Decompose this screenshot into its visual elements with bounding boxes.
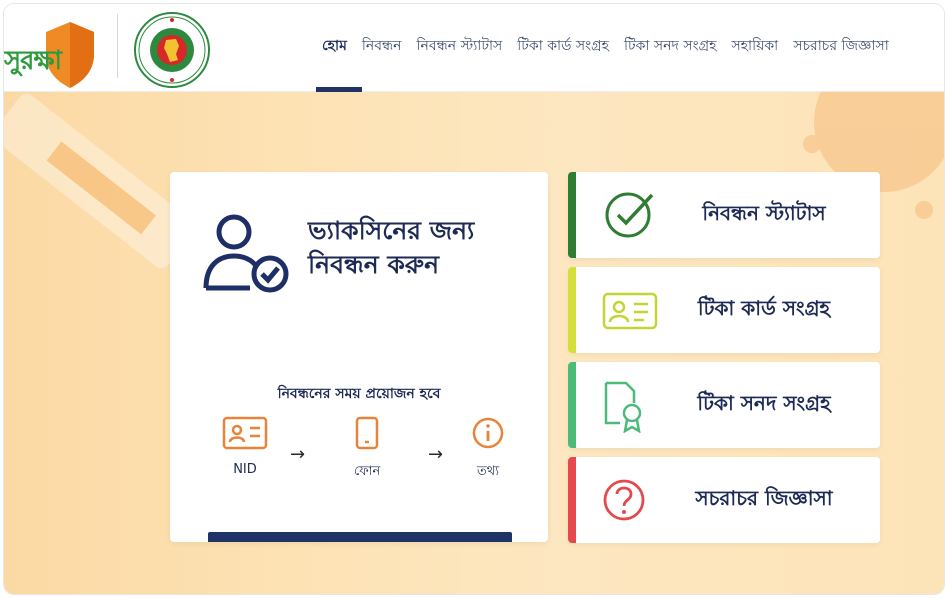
vaccine-certificate-label: টিকা সনদ সংগ্রহ <box>697 390 831 415</box>
card-accent <box>568 362 576 448</box>
info-icon <box>472 417 504 449</box>
arrow-icon: → <box>290 444 306 465</box>
certificate-icon <box>604 381 642 433</box>
nav-item-home[interactable]: হোম <box>322 34 347 58</box>
vaccine-card-card[interactable]: টিকা কার্ড সংগ্রহ <box>568 267 880 353</box>
faq-card[interactable]: সচরাচর জিজ্ঞাসা <box>568 457 880 543</box>
requirement-phone-label: ফোন <box>354 464 381 479</box>
main-nav: হোম নিবন্ধন নিবন্ধন স্ট্যাটাস টিকা কার্ড… <box>322 34 889 58</box>
requirement-nid: NID <box>222 416 268 477</box>
requirements-title: নিবন্ধনের সময় প্রয়োজন হবে <box>277 386 441 402</box>
nav-item-vaccine-certificate[interactable]: টিকা সনদ সংগ্রহ <box>624 34 716 58</box>
register-button[interactable] <box>208 532 512 542</box>
nav-item-registration-status[interactable]: নিবন্ধন স্ট্যাটাস <box>416 34 502 58</box>
vaccine-card-label: টিকা কার্ড সংগ্রহ <box>697 295 831 320</box>
surokkha-logo[interactable]: সুরক্ষা <box>4 10 102 88</box>
registration-title: ভ্যাকসিনের জন্য নিবন্ধন করুন <box>308 216 475 279</box>
requirement-info-label: তথ্য <box>477 464 499 479</box>
government-seal-icon <box>132 10 212 90</box>
vaccine-card-icon <box>602 292 658 330</box>
id-card-icon <box>222 416 268 450</box>
requirement-info: তথ্য <box>472 416 504 483</box>
check-circle-icon <box>605 192 654 238</box>
question-icon <box>603 479 645 521</box>
card-accent <box>568 267 576 353</box>
requirement-phone: ফোন <box>354 416 380 483</box>
requirement-nid-label: NID <box>233 462 257 477</box>
faq-label: সচরাচর জিজ্ঞাসা <box>695 485 833 510</box>
vaccine-certificate-card[interactable]: টিকা সনদ সংগ্রহ <box>568 362 880 448</box>
nav-item-registration[interactable]: নিবন্ধন <box>362 34 402 58</box>
app-frame: সুরক্ষা হোম নিবন্ধন নিবন্ধন স্ট্যাটাস টি… <box>4 4 944 594</box>
nav-item-vaccine-card[interactable]: টিকা কার্ড সংগ্রহ <box>517 34 609 58</box>
header-divider <box>117 14 118 78</box>
nav-item-faq[interactable]: সচরাচর জিজ্ঞাসা <box>793 34 889 58</box>
phone-icon <box>355 416 379 450</box>
site-header: সুরক্ষা হোম নিবন্ধন নিবন্ধন স্ট্যাটাস টি… <box>4 4 944 92</box>
card-accent <box>568 457 576 543</box>
registration-status-label: নিবন্ধন স্ট্যাটাস <box>702 200 826 225</box>
hero-section: ভ্যাকসিনের জন্য নিবন্ধন করুন নিবন্ধনের স… <box>4 92 944 594</box>
brand-name: সুরক্ষা <box>4 46 62 76</box>
nav-item-help[interactable]: সহায়িকা <box>731 34 778 58</box>
registration-card[interactable]: ভ্যাকসিনের জন্য নিবন্ধন করুন নিবন্ধনের স… <box>170 172 548 542</box>
card-accent <box>568 172 576 258</box>
registration-status-card[interactable]: নিবন্ধন স্ট্যাটাস <box>568 172 880 258</box>
user-check-icon <box>203 214 289 293</box>
arrow-icon: → <box>428 444 444 465</box>
